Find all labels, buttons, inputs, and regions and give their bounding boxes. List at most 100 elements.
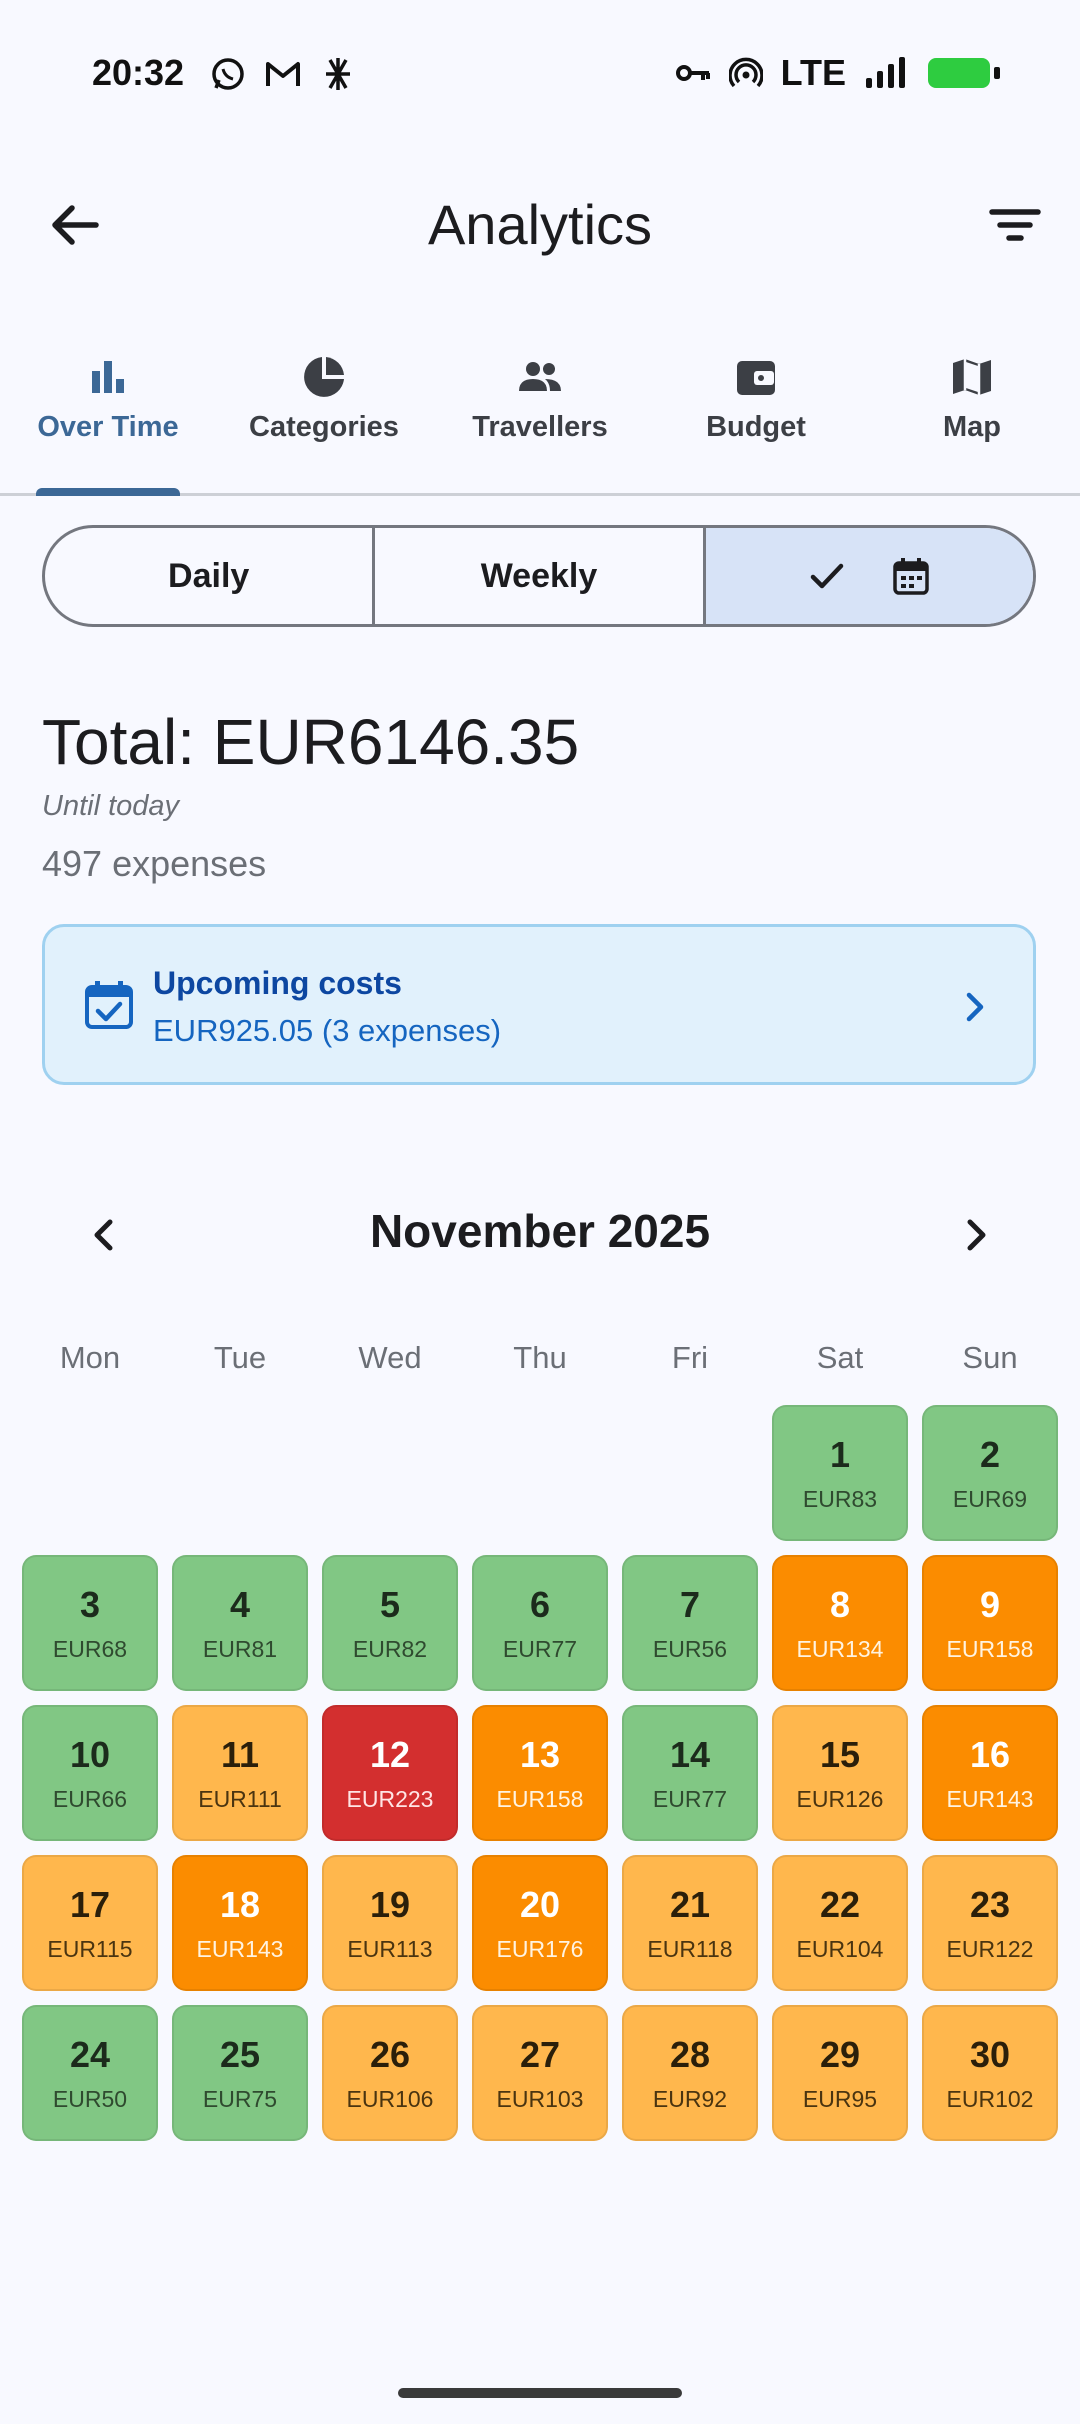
calendar-header: November 2025 — [0, 1200, 1080, 1280]
day-amount: EUR69 — [952, 1485, 1028, 1512]
calendar-day-cell[interactable]: 14 EUR77 — [622, 1705, 758, 1841]
day-number: 8 — [829, 1583, 851, 1625]
tab-budget[interactable]: Budget — [648, 335, 864, 493]
filter-icon[interactable] — [980, 190, 1050, 260]
calendar-day-cell[interactable]: 30 EUR102 — [922, 2005, 1058, 2141]
weekday-label: Sun — [962, 1340, 1018, 1375]
day-number: 4 — [229, 1583, 251, 1625]
calendar-day-cell[interactable]: 10 EUR66 — [22, 1705, 158, 1841]
calendar-day-cell[interactable]: 19 EUR113 — [322, 1855, 458, 1991]
day-amount: EUR113 — [347, 1935, 433, 1962]
calendar-day-cell[interactable]: 13 EUR158 — [472, 1705, 608, 1841]
view-mode-toggle: Daily Weekly — [42, 525, 1036, 627]
day-number: 26 — [369, 2033, 411, 2075]
calendar-day-cell[interactable]: 25 EUR75 — [172, 2005, 308, 2141]
app-notification-icon — [326, 58, 350, 90]
calendar-day-cell[interactable]: 18 EUR143 — [172, 1855, 308, 1991]
daily-segment[interactable]: Daily — [45, 528, 376, 624]
calendar-day-cell[interactable]: 6 EUR77 — [472, 1555, 608, 1691]
tab-travellers[interactable]: Travellers — [432, 335, 648, 493]
tab-label: Travellers — [472, 411, 608, 443]
calendar-day-cell[interactable]: 20 EUR176 — [472, 1855, 608, 1991]
weekly-segment[interactable]: Weekly — [375, 528, 706, 624]
calendar-day-cell[interactable]: 26 EUR106 — [322, 2005, 458, 2141]
day-amount: EUR66 — [52, 1785, 128, 1812]
calendar-day-cell[interactable]: 11 EUR111 — [172, 1705, 308, 1841]
signal-icon — [866, 57, 905, 88]
day-number: 1 — [829, 1433, 851, 1475]
calendar-day-cell[interactable]: 29 EUR95 — [772, 2005, 908, 2141]
day-amount: EUR122 — [946, 1935, 1034, 1962]
calendar-day-cell[interactable]: 22 EUR104 — [772, 1855, 908, 1991]
calendar-day-cell[interactable]: 8 EUR134 — [772, 1555, 908, 1691]
calendar-day-cell[interactable]: 28 EUR92 — [622, 2005, 758, 2141]
day-amount: EUR106 — [346, 2085, 434, 2112]
day-amount: EUR115 — [47, 1935, 133, 1962]
calendar-day-cell[interactable]: 7 EUR56 — [622, 1555, 758, 1691]
calendar-day-cell[interactable]: 21 EUR118 — [622, 1855, 758, 1991]
chevron-right-icon — [966, 992, 984, 1022]
calendar-day-cell[interactable]: 4 EUR81 — [172, 1555, 308, 1691]
weekday-label: Tue — [213, 1340, 267, 1375]
day-amount: EUR68 — [52, 1635, 128, 1662]
day-number: 29 — [819, 2033, 861, 2075]
calendar-day-cell[interactable]: 16 EUR143 — [922, 1705, 1058, 1841]
day-number: 9 — [979, 1583, 1001, 1625]
tab-label: Map — [943, 411, 1001, 443]
day-amount: EUR75 — [202, 2085, 278, 2112]
day-number: 28 — [669, 2033, 711, 2075]
whatsapp-icon — [212, 58, 244, 90]
day-amount: EUR83 — [802, 1485, 878, 1512]
day-number: 2 — [979, 1433, 1001, 1475]
calendar-day-cell[interactable]: 15 EUR126 — [772, 1705, 908, 1841]
calendar-segment[interactable] — [705, 528, 1033, 624]
day-number: 5 — [379, 1583, 401, 1625]
day-amount: EUR77 — [652, 1785, 728, 1812]
day-number: 22 — [819, 1883, 861, 1925]
home-indicator[interactable] — [398, 2388, 682, 2398]
chevron-right-icon[interactable] — [950, 1210, 1000, 1260]
calendar-day-cell[interactable]: 12 EUR223 — [322, 1705, 458, 1841]
upcoming-costs-card[interactable]: Upcoming costs EUR925.05 (3 expenses) — [42, 924, 1036, 1085]
upcoming-subtitle: EUR925.05 (3 expenses) — [153, 1013, 502, 1048]
calendar-day-cell[interactable]: 27 EUR103 — [472, 2005, 608, 2141]
day-number: 14 — [669, 1733, 711, 1775]
calendar-day-cell[interactable]: 24 EUR50 — [22, 2005, 158, 2141]
day-amount: EUR143 — [946, 1785, 1034, 1812]
calendar-day-cell[interactable]: 3 EUR68 — [22, 1555, 158, 1691]
day-amount: EUR92 — [652, 2085, 728, 2112]
hotspot-icon — [728, 57, 763, 88]
bar-chart-icon — [92, 361, 124, 393]
calendar-grid: 1 EUR83 2 EUR69 3 EUR68 4 EUR81 5 EUR82 6 EUR77 7 EUR… — [22, 1405, 1062, 2141]
day-amount: EUR95 — [802, 2085, 878, 2112]
tab-map[interactable]: Map — [864, 335, 1080, 493]
day-number: 24 — [69, 2033, 111, 2075]
until-label: Until today — [42, 790, 180, 822]
weekday-label: Sat — [816, 1340, 864, 1375]
calendar-day-cell[interactable]: 23 EUR122 — [922, 1855, 1058, 1991]
calendar-day-cell[interactable]: 2 EUR69 — [922, 1405, 1058, 1541]
day-number: 30 — [969, 2033, 1011, 2075]
calendar-check-icon — [85, 981, 133, 1029]
day-amount: EUR223 — [346, 1785, 434, 1812]
calendar-day-cell[interactable]: 1 EUR83 — [772, 1405, 908, 1541]
day-number: 15 — [819, 1733, 861, 1775]
people-icon — [519, 362, 561, 391]
tab-over-time[interactable]: Over Time — [0, 335, 216, 496]
status-time: 20:32 — [92, 52, 185, 93]
calendar-day-cell[interactable]: 9 EUR158 — [922, 1555, 1058, 1691]
system-icons: LTE — [675, 52, 1000, 94]
calendar-day-cell[interactable]: 5 EUR82 — [322, 1555, 458, 1691]
tab-categories[interactable]: Categories — [216, 335, 432, 493]
day-number: 23 — [969, 1883, 1011, 1925]
day-amount: EUR134 — [796, 1635, 884, 1662]
weekday-header: Mon Tue Wed Thu Fri Sat Sun — [15, 1340, 1065, 1376]
day-amount: EUR111 — [198, 1785, 282, 1812]
day-amount: EUR82 — [352, 1635, 428, 1662]
day-amount: EUR81 — [202, 1635, 278, 1662]
day-number: 11 — [220, 1733, 260, 1775]
day-amount: EUR143 — [196, 1935, 284, 1962]
day-amount: EUR176 — [496, 1935, 584, 1962]
analytics-tabs: Over Time Categories Travellers Budget M… — [0, 335, 1080, 496]
calendar-day-cell[interactable]: 17 EUR115 — [22, 1855, 158, 1991]
